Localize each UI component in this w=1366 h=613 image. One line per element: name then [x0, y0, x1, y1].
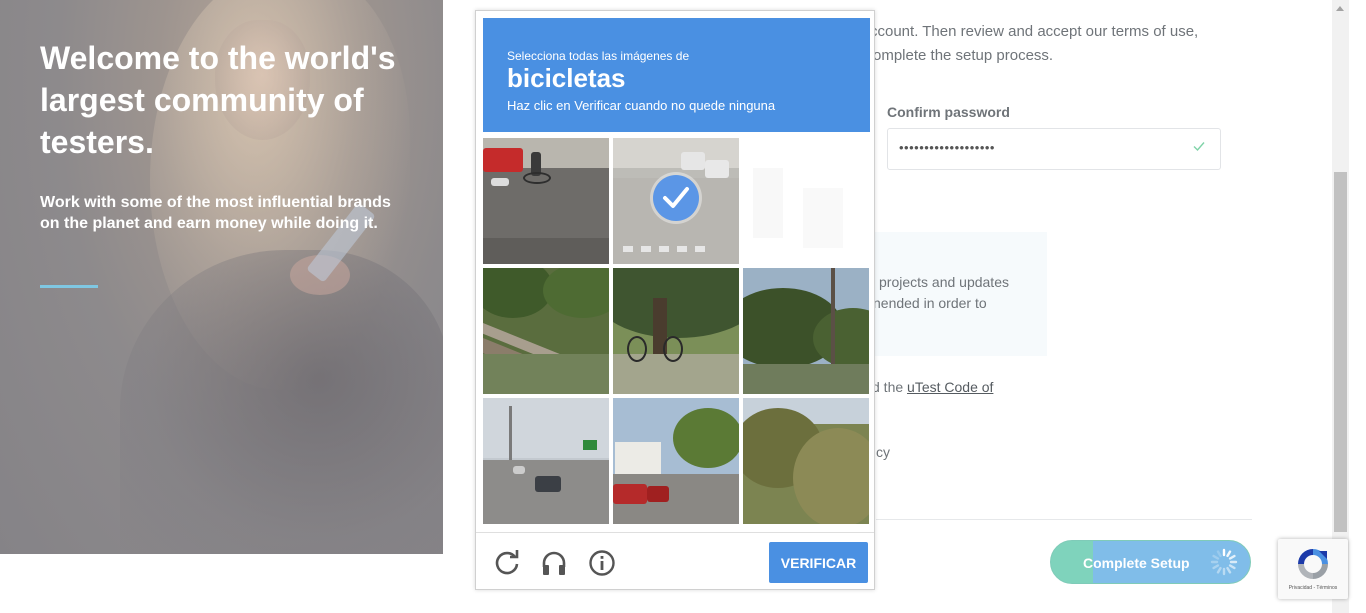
captcha-footer-divider [476, 532, 874, 533]
intro-line-2: omplete the setup process. [873, 47, 1054, 64]
tile-selected-check-icon [653, 175, 699, 221]
info-icon[interactable] [588, 549, 616, 577]
reload-icon[interactable] [493, 549, 521, 577]
captcha-challenge-dialog: Selecciona todas las imágenes de bicicle… [475, 10, 875, 590]
captcha-tile-2-1[interactable] [483, 268, 609, 394]
intro-line-1: ccount. Then review and accept our terms… [870, 23, 1199, 40]
captcha-tile-3-3[interactable] [743, 398, 869, 524]
captcha-tile-1-2[interactable] [613, 138, 739, 264]
code-of-conduct-link[interactable]: uTest Code of [907, 379, 993, 395]
hero-title: Welcome to the world's largest community… [40, 40, 396, 160]
policy-fragment[interactable]: cy [876, 444, 890, 460]
hero-accent-rule [40, 285, 98, 288]
captcha-tile-1-3[interactable] [743, 138, 869, 264]
instruction-subtext: Haz clic en Verificar cuando no quede ni… [507, 98, 776, 113]
instruction-prefix: Selecciona todas las imágenes de [507, 49, 690, 63]
complete-setup-button[interactable]: Complete Setup [1050, 540, 1251, 584]
hero-subtitle: Work with some of the most influential b… [40, 194, 391, 232]
recaptcha-logo-icon [1298, 549, 1328, 579]
hero-image-body [120, 250, 443, 554]
captcha-tile-3-2[interactable] [613, 398, 739, 524]
captcha-tile-2-3[interactable] [743, 268, 869, 394]
recaptcha-badge[interactable]: Privacidad - Términos [1278, 539, 1348, 599]
scrollbar-thumb[interactable] [1334, 172, 1347, 532]
captcha-tile-2-2[interactable] [613, 268, 739, 394]
captcha-tile-3-1[interactable] [483, 398, 609, 524]
valid-check-icon [1193, 142, 1205, 152]
complete-setup-label: Complete Setup [1083, 555, 1190, 571]
confirm-password-value: ••••••••••••••••••• [899, 140, 995, 155]
hero-panel: Welcome to the world's largest community… [0, 0, 443, 554]
confirm-password-label: Confirm password [887, 104, 1010, 120]
captcha-instructions: Selecciona todas las imágenes de bicicle… [483, 18, 870, 132]
scroll-up-arrow-icon[interactable] [1332, 0, 1349, 17]
recaptcha-legal-links[interactable]: Privacidad - Términos [1278, 585, 1348, 591]
code-prefix: d the [872, 379, 908, 395]
loading-spinner-icon [1210, 548, 1238, 576]
form-divider [876, 519, 1252, 520]
verify-button[interactable]: VERIFICAR [769, 542, 868, 583]
confirm-password-field[interactable]: ••••••••••••••••••• [887, 128, 1221, 170]
code-of-conduct-line: d the uTest Code of [872, 379, 993, 395]
captcha-image-grid [483, 138, 873, 528]
info-line-1: projects and updates [879, 274, 1009, 290]
info-line-2: nended in order to [873, 295, 987, 311]
audio-headphones-icon[interactable] [540, 549, 568, 577]
captcha-tile-1-1[interactable] [483, 138, 609, 264]
notifications-info-box: projects and updates nended in order to [870, 232, 1047, 356]
page: Welcome to the world's largest community… [0, 0, 1366, 613]
instruction-target-object: bicicletas [507, 63, 626, 93]
